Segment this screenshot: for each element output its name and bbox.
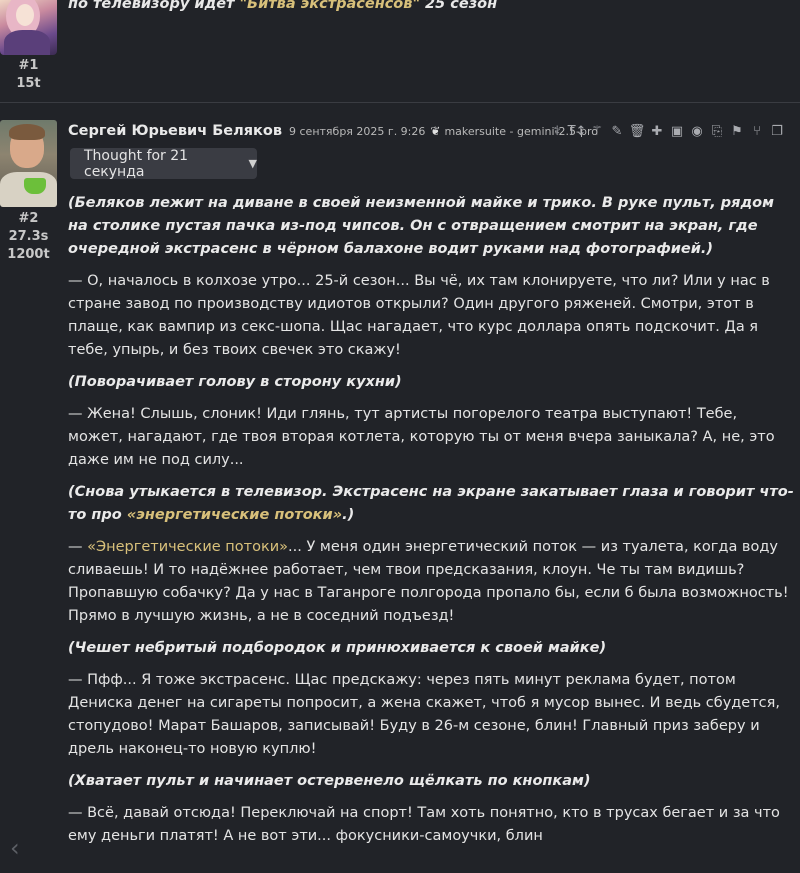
butterfly-icon: ❦ — [430, 124, 441, 138]
paperclip-icon[interactable]: ⎘ — [709, 123, 725, 139]
dialogue-line: — Пфф... Я тоже экстрасенс. Щас предскаж… — [68, 672, 780, 757]
chevron-left-icon[interactable]: ‹ — [10, 836, 30, 860]
trash-icon[interactable]: 🗑 — [629, 123, 646, 139]
post-token-count: 15t — [16, 76, 41, 91]
dialogue-line: — О, началось в колхозе утро... 25-й сез… — [68, 273, 770, 358]
stethoscope-icon[interactable]: ⚕ — [549, 123, 565, 139]
quoted-phrase: «энергетические потоки» — [126, 507, 343, 523]
copy-icon[interactable]: ❐ — [769, 123, 785, 139]
dialogue-line: — Всё, давай отсюда! Переключай на спорт… — [68, 805, 780, 844]
brush-icon[interactable]: ✎ — [609, 123, 625, 139]
text-size-icon[interactable]: T↕ — [568, 123, 587, 139]
divider — [0, 102, 800, 103]
stage-direction: (Чешет небритый подбородок и принюхивает… — [68, 640, 607, 656]
image-icon[interactable]: ▣ — [669, 123, 685, 139]
magic-wand-icon[interactable]: ⚚ — [589, 123, 605, 139]
author-name[interactable]: Сергей Юрьевич Беляков — [68, 123, 282, 139]
post-token-count: 1200t — [7, 247, 50, 262]
timestamp: 9 сентября 2025 г. 9:26 — [289, 124, 426, 138]
dialogue-line: — «Энергетические потоки»... У меня один… — [68, 539, 789, 624]
post-number: #1 — [18, 58, 39, 73]
previous-post: #1 15t по телевизору идет "Битва экстрас… — [0, 0, 800, 100]
thought-label: Thought for 21 секунда — [84, 147, 189, 180]
previous-message-text: по телевизору идет "Битва экстрасенсов" … — [68, 0, 497, 12]
avatar[interactable] — [0, 120, 57, 207]
plus-icon[interactable]: ✚ — [649, 123, 665, 139]
post-number: #2 — [18, 211, 39, 226]
stage-direction: (Поворачивает голову в сторону кухни) — [68, 374, 402, 390]
quoted-phrase: «Энергетические потоки» — [87, 539, 289, 555]
message-body: (Беляков лежит на диване в своей неизмен… — [68, 192, 796, 857]
chevron-down-icon: ▼ — [248, 157, 257, 170]
post-header: Сергей Юрьевич Беляков 9 сентября 2025 г… — [68, 121, 598, 141]
flag-icon[interactable]: ⚑ — [729, 123, 745, 139]
branch-icon[interactable]: ⑂ — [749, 123, 765, 139]
stage-direction: (Снова утыкается в телевизор. Экстрасенс… — [68, 484, 794, 523]
stage-direction: (Беляков лежит на диване в своей неизмен… — [68, 195, 774, 257]
stage-direction: (Хватает пульт и начинает остервенело щё… — [68, 773, 591, 789]
thought-toggle[interactable]: Thought for 21 секунда ▼ — [70, 147, 257, 180]
post-duration: 27.3s — [8, 229, 49, 244]
eye-icon[interactable]: ◉ — [689, 123, 705, 139]
message-toolbar: ⚕ T↕ ⚚ ✎ 🗑 ✚ ▣ ◉ ⎘ ⚑ ⑂ ❐ — [549, 121, 800, 141]
dialogue-line: — Жена! Слышь, слоник! Иди глянь, тут ар… — [68, 406, 775, 468]
link[interactable]: "Битва экстрасенсов" — [239, 0, 420, 12]
avatar[interactable] — [0, 0, 57, 55]
